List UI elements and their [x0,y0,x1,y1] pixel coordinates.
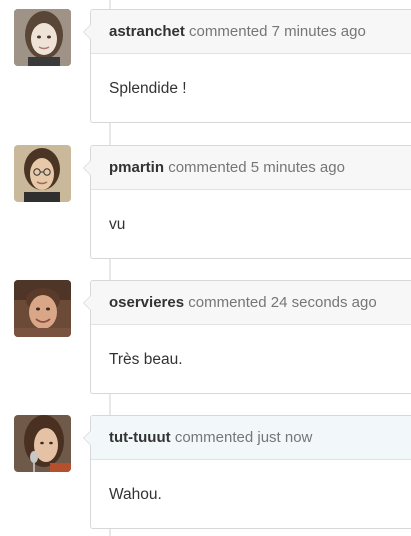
comment-author[interactable]: pmartin [109,159,164,176]
avatar[interactable] [14,280,71,337]
comment-item: pmartin commented 5 minutes ago vu [0,145,411,262]
comment-header: pmartin commented 5 minutes ago [91,146,411,190]
comment-header: oservieres commented 24 seconds ago [91,281,411,325]
avatar[interactable] [14,9,71,66]
avatar-image-pmartin [14,145,71,202]
comment-item: astranchet commented 7 minutes ago Splen… [0,9,411,126]
comment-author[interactable]: tut-tuuut [109,429,171,446]
comment-item: tut-tuuut commented just now Wahou. [0,415,411,532]
avatar-image-oservieres [14,280,71,337]
comment-box: pmartin commented 5 minutes ago vu [83,145,411,259]
comment-pointer-fill [84,431,91,445]
comment-author[interactable]: astranchet [109,23,185,40]
comment-timestamp[interactable]: just now [257,429,312,446]
comment-body: Très beau. [109,350,183,368]
comment-header: astranchet commented 7 minutes ago [91,10,411,54]
comment-body: Splendide ! [109,79,187,97]
comment-box: tut-tuuut commented just now Wahou. [83,415,411,529]
avatar-image-tut-tuuut [14,415,71,472]
avatar[interactable] [14,145,71,202]
comment-action: commented [189,23,268,40]
comment-pointer-fill [84,25,91,39]
comment-header: tut-tuuut commented just now [91,416,411,460]
comment-body: vu [109,215,126,233]
comment-body: Wahou. [109,485,162,503]
comment-box: oservieres commented 24 seconds ago Très… [83,280,411,394]
comment-box: astranchet commented 7 minutes ago Splen… [83,9,411,123]
comment-action: commented [188,294,267,311]
comment-item: oservieres commented 24 seconds ago Très… [0,280,411,397]
comment-pointer-fill [84,296,91,310]
comment-timestamp[interactable]: 7 minutes ago [272,23,366,40]
avatar-image-astranchet [14,9,71,66]
comment-author[interactable]: oservieres [109,294,184,311]
avatar[interactable] [14,415,71,472]
comment-timestamp[interactable]: 5 minutes ago [251,159,345,176]
comment-action: commented [168,159,247,176]
discussion-timeline: astranchet commented 7 minutes ago Splen… [0,0,411,536]
comment-timestamp[interactable]: 24 seconds ago [271,294,377,311]
comment-pointer-fill [84,161,91,175]
comment-action: commented [174,429,254,446]
